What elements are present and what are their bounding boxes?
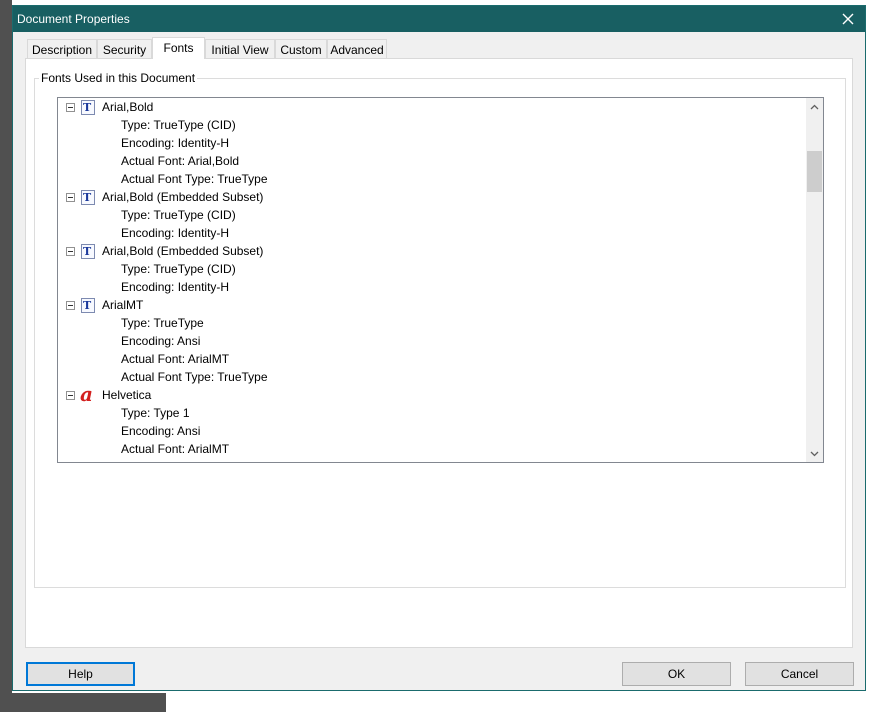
background-bottom-left bbox=[0, 693, 166, 712]
font-name: Arial,Bold bbox=[102, 100, 154, 114]
font-property-text: Encoding: Ansi bbox=[121, 424, 201, 438]
chevron-down-icon bbox=[810, 451, 819, 456]
truetype-font-icon: T bbox=[81, 190, 95, 205]
chevron-up-icon bbox=[810, 104, 819, 109]
scrollbar-thumb[interactable] bbox=[807, 151, 822, 192]
document-properties-dialog: Document Properties Description Security… bbox=[12, 5, 866, 691]
tab-label: Custom bbox=[280, 43, 322, 57]
scroll-up-button[interactable] bbox=[806, 98, 823, 115]
background-right bbox=[866, 0, 885, 712]
font-name: Helvetica bbox=[102, 388, 152, 402]
title-bar[interactable]: Document Properties bbox=[13, 6, 865, 32]
dialog-title: Document Properties bbox=[17, 12, 130, 26]
tab-label: Fonts bbox=[163, 41, 194, 55]
truetype-font-icon: T bbox=[81, 100, 95, 115]
fonts-tree[interactable]: T Arial,Bold Type: TrueType (CID) Encodi… bbox=[57, 97, 824, 463]
tab-security[interactable]: Security bbox=[97, 39, 152, 58]
tab-advanced[interactable]: Advanced bbox=[327, 39, 387, 58]
vertical-scrollbar[interactable] bbox=[806, 98, 823, 462]
font-property-text: Encoding: Identity-H bbox=[121, 226, 230, 240]
tab-initial-view[interactable]: Initial View bbox=[205, 39, 275, 58]
tab-label: Description bbox=[31, 43, 93, 57]
font-property-text: Actual Font: ArialMT bbox=[121, 352, 230, 366]
font-property-text: Type: Type 1 bbox=[121, 406, 190, 420]
collapse-icon[interactable] bbox=[66, 301, 75, 310]
font-property-text: Type: TrueType bbox=[121, 316, 204, 330]
tab-label: Security bbox=[102, 43, 147, 57]
font-property-text: Actual Font: ArialMT bbox=[121, 442, 230, 456]
collapse-icon[interactable] bbox=[66, 391, 75, 400]
font-property-text: Encoding: Ansi bbox=[121, 334, 201, 348]
tab-label: Initial View bbox=[211, 43, 269, 57]
font-name: ArialMT bbox=[102, 298, 144, 312]
type1-font-icon: a bbox=[80, 382, 93, 406]
tab-label: Advanced bbox=[330, 43, 384, 57]
close-button[interactable] bbox=[831, 6, 865, 32]
font-property-text: Actual Font: Arial,Bold bbox=[121, 154, 240, 168]
font-property-text: Type: TrueType (CID) bbox=[121, 208, 236, 222]
font-property-text: Type: TrueType (CID) bbox=[121, 118, 236, 132]
fonts-groupbox: Fonts Used in this Document T Arial,Bold… bbox=[34, 71, 846, 588]
ok-button-label: OK bbox=[667, 667, 686, 681]
font-property-text: Actual Font Type: TrueType bbox=[121, 370, 268, 384]
tab-fonts[interactable]: Fonts bbox=[152, 37, 205, 59]
fonts-group-label: Fonts Used in this Document bbox=[39, 71, 198, 85]
truetype-font-icon: T bbox=[81, 244, 95, 259]
truetype-font-icon: T bbox=[81, 298, 95, 313]
cancel-button-label: Cancel bbox=[780, 667, 819, 681]
scroll-down-button[interactable] bbox=[806, 445, 823, 462]
font-name: Arial,Bold (Embedded Subset) bbox=[102, 244, 264, 258]
font-name: Arial,Bold (Embedded Subset) bbox=[102, 190, 264, 204]
help-button-label: Help bbox=[68, 667, 93, 681]
close-icon bbox=[842, 13, 854, 25]
cancel-button[interactable]: Cancel bbox=[745, 662, 854, 686]
background-left bbox=[0, 0, 12, 712]
collapse-icon[interactable] bbox=[66, 193, 75, 202]
fonts-tab-panel: Fonts Used in this Document T Arial,Bold… bbox=[25, 58, 853, 648]
tab-description[interactable]: Description bbox=[27, 39, 97, 58]
help-button[interactable]: Help bbox=[26, 662, 135, 686]
font-property-text: Type: TrueType (CID) bbox=[121, 262, 236, 276]
font-property-text: Encoding: Identity-H bbox=[121, 136, 230, 150]
collapse-icon[interactable] bbox=[66, 247, 75, 256]
tab-custom[interactable]: Custom bbox=[275, 39, 327, 58]
font-property-text: Actual Font Type: TrueType bbox=[121, 172, 268, 186]
collapse-icon[interactable] bbox=[66, 103, 75, 112]
ok-button[interactable]: OK bbox=[622, 662, 731, 686]
font-property-text: Encoding: Identity-H bbox=[121, 280, 230, 294]
